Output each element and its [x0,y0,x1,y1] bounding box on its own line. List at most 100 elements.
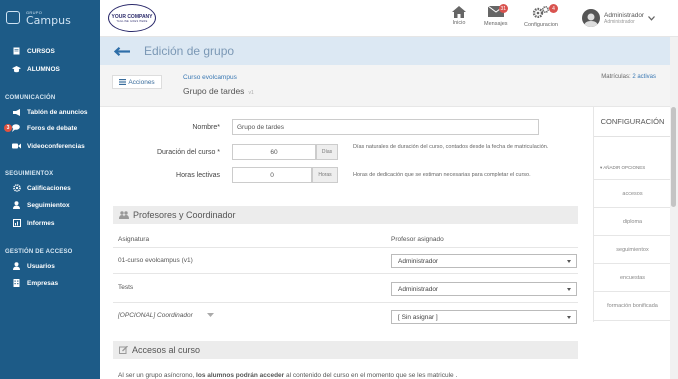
messages-badge: 31 [498,4,508,13]
option-seguimientox[interactable]: seguimientox [594,235,671,263]
sidebar-item-alumnos[interactable]: ALUMNOS [0,62,100,76]
sidebar-item-calificaciones[interactable]: Calificaciones [0,181,100,195]
company-logo[interactable]: YOUR COMPANY TAGLINE GOES HERE [108,4,156,32]
caret-down-icon [567,288,571,291]
option-accesos[interactable]: accesos [594,179,671,207]
table-row-asignatura: [OPCIONAL] Coordinador [118,312,193,319]
top-header: YOUR COMPANY TAGLINE GOES HERE Inicio 31… [100,0,678,37]
group-name-text: Grupo de tardes [183,86,245,96]
back-arrow-icon[interactable] [114,46,130,56]
horas-help: Horas de dedicación que se estiman neces… [353,172,531,178]
profesor-select[interactable]: Administrador [391,282,577,296]
menu-icon [119,79,127,85]
sidebar-label: Tablón de anuncios [27,108,88,116]
horas-input[interactable]: 0 [232,167,312,183]
sidebar-item-videoconferencias[interactable]: Videoconferencias [0,139,100,153]
nombre-label: Nombre* [192,124,220,131]
user-name: Administrador [604,11,645,19]
divider [113,273,578,274]
duracion-input[interactable]: 60 [232,144,316,160]
select-value: Administrador [398,257,439,265]
brand-mark-icon [6,11,20,24]
scrollbar-thumb[interactable] [671,107,676,207]
book-icon [12,47,21,55]
profesor-select[interactable]: Administrador [391,254,577,268]
matriculas-label: Matrículas: [601,74,631,80]
sidebar-label: Seguimientox [27,201,70,209]
sidebar-label: ALUMNOS [27,65,60,73]
course-link[interactable]: Curso evolcampus [183,74,237,81]
horas-unit: Horas [312,167,338,183]
home-icon [452,6,466,18]
building-icon [12,279,21,287]
report-icon [12,219,21,227]
page-title: Edición de grupo [144,44,235,58]
sidebar-item-empresas[interactable]: Empresas [0,276,100,290]
sidebar-label: Empresas [27,279,59,287]
option-diploma[interactable]: diploma [594,207,671,235]
sub-header: Acciones Curso evolcampus Grupo de tarde… [100,65,670,107]
group-name: Grupo de tardes v1 [183,86,254,96]
section-title-gestion: GESTIÓN DE ACCESO [5,249,73,255]
section-accesos: Accesos al curso [113,341,578,359]
sidebar: GRUPO Campus CURSOS ALUMNOS COMUNICACIÓN… [0,0,100,379]
avatar [582,9,600,27]
user-silhouette-icon [584,13,598,27]
option-encuestas[interactable]: encuestas [594,263,671,291]
sidebar-item-seguimientox[interactable]: Seguimientox [0,198,100,212]
coordinador-select[interactable]: [ Sin asignar ] [391,310,577,324]
messages-button[interactable]: 31 Mensajes [484,4,508,27]
section-title-comunicacion: COMUNICACIÓN [5,95,56,101]
sidebar-label: Informes [27,219,55,227]
duracion-help: Días naturales de duración del curso, co… [353,144,549,150]
sidebar-item-foros[interactable]: 3 Foros de debate [0,121,100,135]
accesos-text-bold: los alumnos podrán acceder [196,372,285,379]
add-options-title: ▾ AÑADIR OPCIONES [600,165,645,171]
option-formacion-bonificada[interactable]: formación bonificada [594,291,671,321]
scrollbar[interactable] [670,37,678,379]
caret-down-icon [567,316,571,319]
horas-label: Horas lectivas [176,172,220,179]
accesos-text: Al ser un grupo asíncrono, los alumnos p… [118,372,457,379]
chevron-down-icon [648,15,656,21]
user-role: Administrador [604,18,635,25]
nombre-input[interactable]: Grupo de tardes [232,119,539,135]
duracion-label: Duración del curso * [156,149,220,156]
user-menu[interactable]: Administrador Administrador [582,7,672,29]
comments-icon [12,124,21,132]
sidebar-item-cursos[interactable]: CURSOS [0,44,100,58]
caret-down-icon: ▾ [600,165,603,170]
accesos-text-suffix: al contenido del curso en el momento que… [284,372,458,379]
sidebar-label: Usuarios [27,262,55,270]
section-profesores: Profesores y Coordinador [113,206,578,224]
duracion-unit: Días [316,144,338,160]
select-value: [ Sin asignar ] [398,313,438,321]
settings-badge: 4 [548,4,558,13]
divider [113,247,578,248]
tab-configuracion[interactable]: CONFIGURACIÓN [594,107,671,137]
acciones-label: Acciones [128,78,155,86]
matriculas-info: Matrículas: 2 activas [601,74,656,80]
brand-name: Campus [26,14,71,27]
settings-button[interactable]: 4 Configuracion [524,4,558,28]
sidebar-item-tablon[interactable]: Tablón de anuncios [0,105,100,119]
brand-logo[interactable]: GRUPO Campus [0,0,100,36]
select-value: Administrador [398,285,439,293]
acciones-button[interactable]: Acciones [112,75,162,89]
options-panel: CONFIGURACIÓN ▾ AÑADIR OPCIONES accesos … [593,107,671,322]
users-icon [119,211,129,219]
table-row-asignatura: 01-curso evolcampus (v1) [118,257,193,264]
sidebar-item-usuarios[interactable]: Usuarios [0,259,100,273]
settings-label: Configuracion [524,22,558,28]
edit-icon [119,346,128,354]
sidebar-label: Calificaciones [27,184,71,192]
sidebar-item-informes[interactable]: Informes [0,216,100,230]
user-icon [12,201,21,209]
group-version: v1 [248,90,254,96]
home-button[interactable]: Inicio [452,6,466,26]
section-title: Profesores y Coordinador [133,210,236,220]
section-title-seguimientox: SEGUIMIENTOX [5,171,54,177]
home-label: Inicio [452,20,466,26]
matriculas-link[interactable]: 2 activas [632,74,656,80]
graduation-icon [12,65,21,73]
